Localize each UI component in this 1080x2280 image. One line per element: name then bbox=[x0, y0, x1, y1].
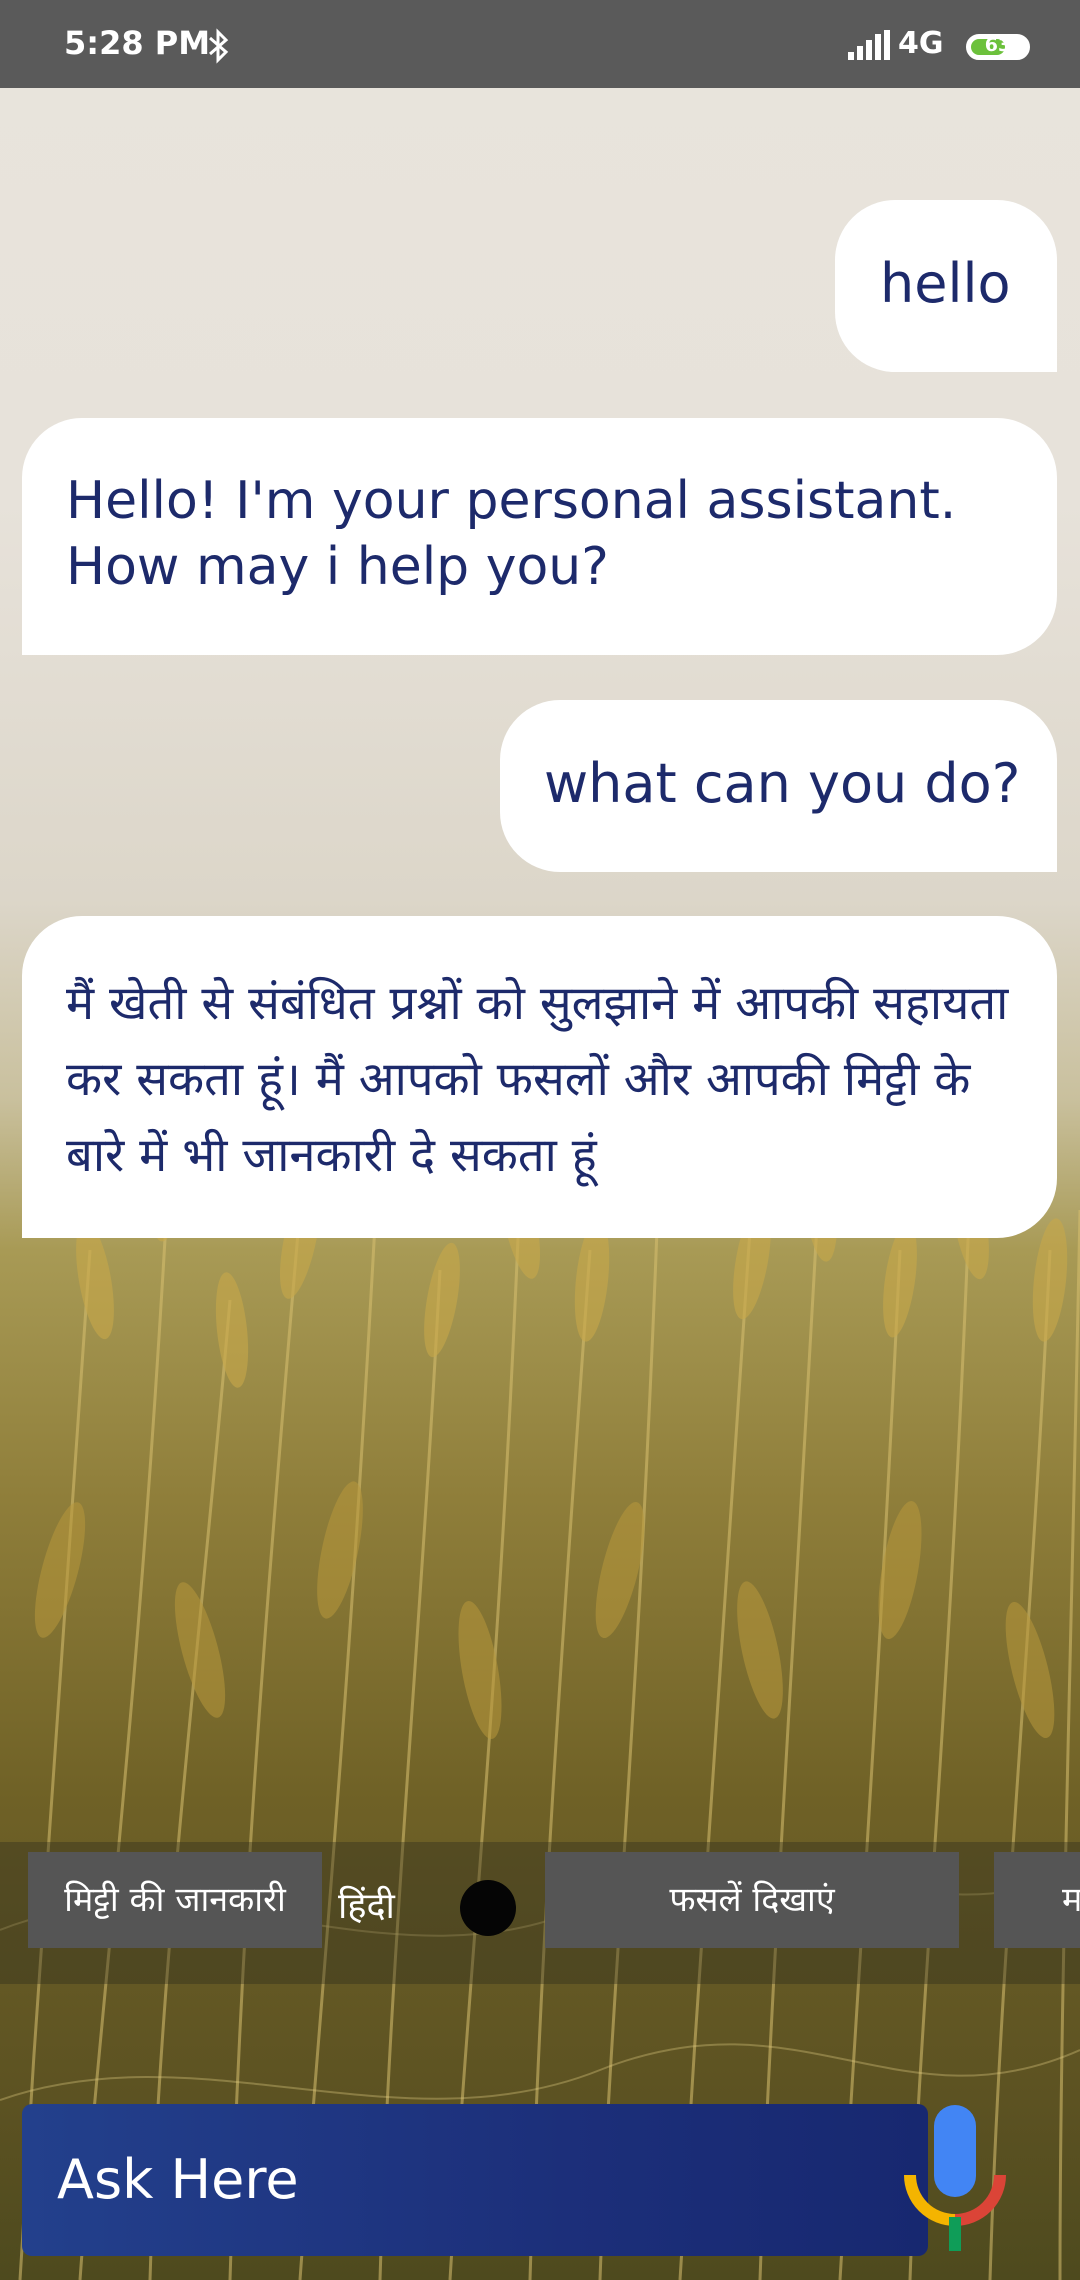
more-chip[interactable]: म bbox=[994, 1852, 1080, 1948]
microphone-icon bbox=[904, 2105, 1006, 2251]
show-crops-chip[interactable]: फसलें दिखाएं bbox=[545, 1852, 959, 1948]
bot-message: Hello! I'm your personal assistant. How … bbox=[22, 418, 1057, 655]
chat-screen: 5:28 PM 4G 63 hello Hello! I'm your pers… bbox=[0, 0, 1080, 2280]
language-toggle[interactable] bbox=[460, 1880, 516, 1936]
battery-icon: 63 bbox=[966, 34, 1030, 60]
ask-input[interactable]: Ask Here bbox=[22, 2104, 928, 2256]
signal-icon bbox=[848, 30, 890, 64]
status-bar: 5:28 PM 4G 63 bbox=[0, 0, 1080, 88]
status-time: 5:28 PM bbox=[64, 24, 211, 62]
network-type: 4G bbox=[898, 26, 944, 61]
soil-info-chip[interactable]: मिट्टी की जानकारी bbox=[28, 1852, 322, 1948]
bluetooth-icon bbox=[206, 28, 232, 68]
bot-message: मैं खेती से संबंधित प्रश्नों को सुलझाने … bbox=[22, 916, 1057, 1238]
ask-placeholder: Ask Here bbox=[57, 2148, 299, 2211]
battery-percent: 63 bbox=[984, 34, 1012, 56]
user-message: hello bbox=[835, 200, 1057, 372]
user-message: what can you do? bbox=[500, 700, 1057, 872]
microphone-button[interactable] bbox=[900, 2105, 1010, 2255]
language-label: हिंदी bbox=[338, 1886, 395, 1927]
